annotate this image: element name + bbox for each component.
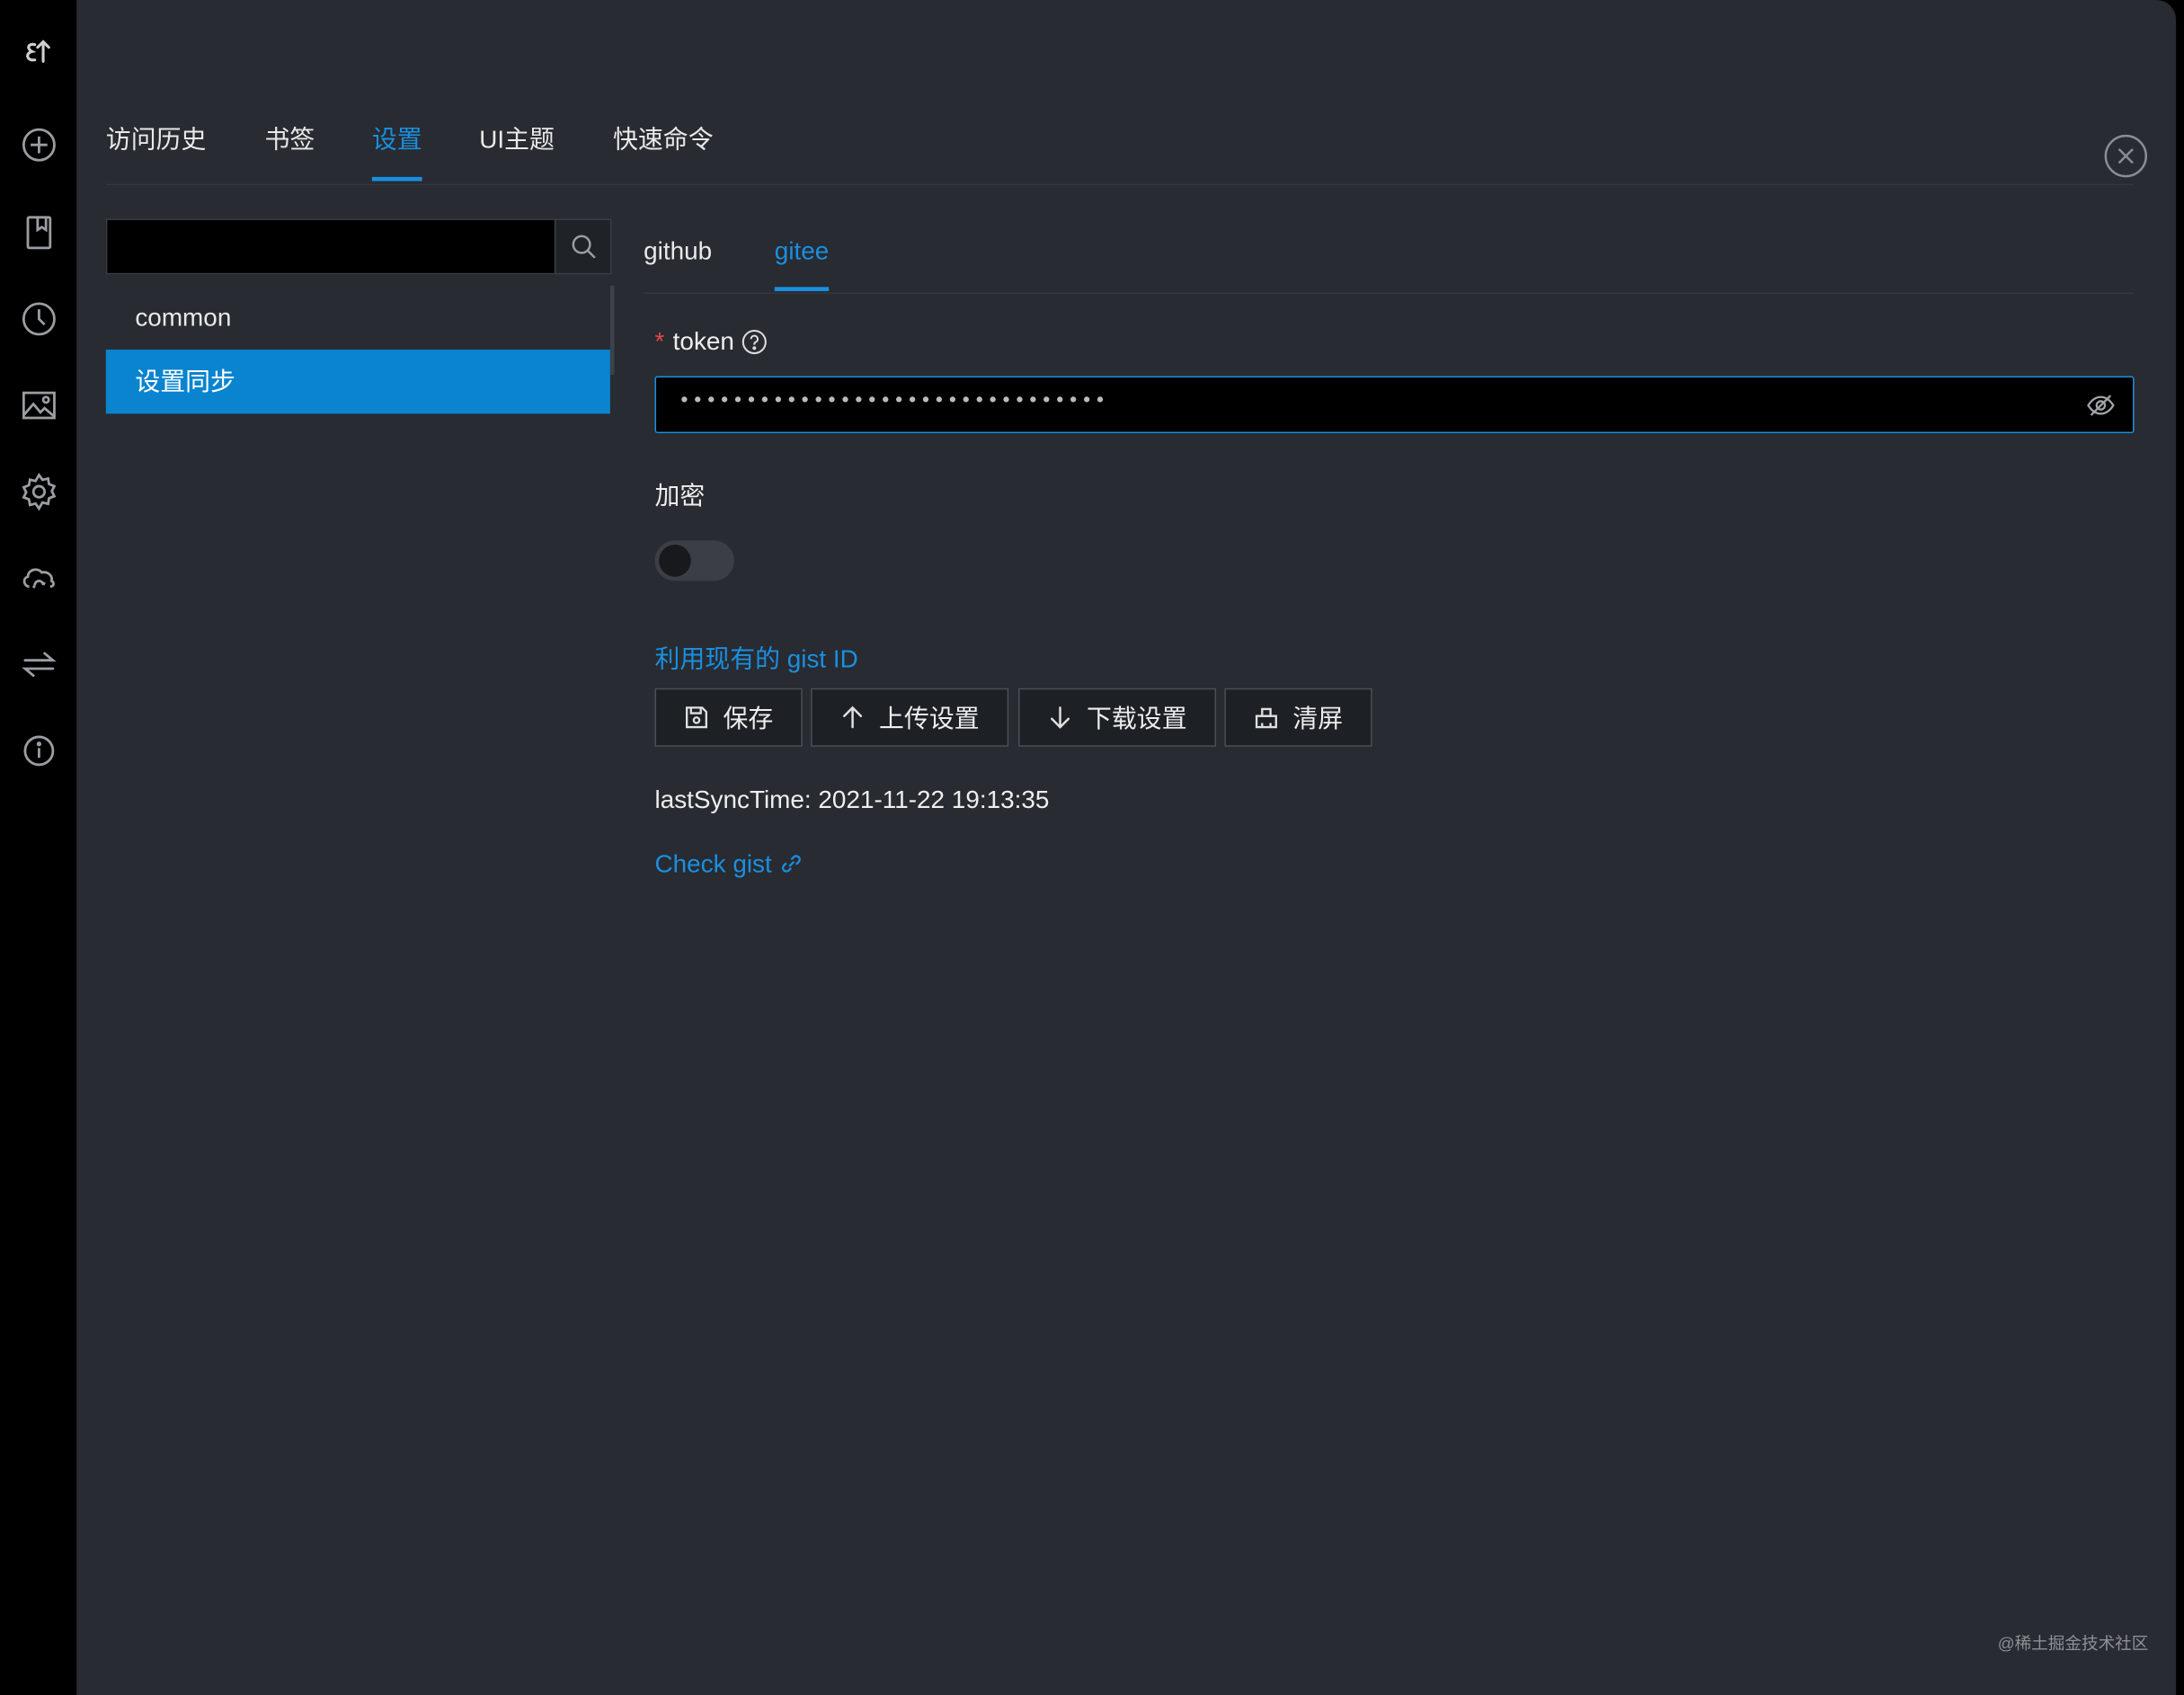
bookmark-icon[interactable] — [20, 213, 58, 252]
tab-bookmarks[interactable]: 书签 — [265, 117, 315, 181]
activity-bar — [0, 0, 77, 1695]
tab-settings[interactable]: 设置 — [371, 117, 422, 182]
toggle-knob — [659, 545, 691, 577]
save-icon — [685, 706, 708, 729]
watermark: @稀土掘金技术社区 — [1997, 1634, 2149, 1654]
required-mark: * — [654, 327, 665, 356]
token-label: * token — [655, 324, 768, 358]
search-input[interactable] — [105, 218, 555, 275]
encrypt-label: 加密 — [654, 482, 706, 510]
token-input-value: •••••••••••••••••••••••••••••••• — [678, 390, 1108, 413]
link-icon — [782, 855, 801, 873]
clear-button-label: 清屏 — [1292, 705, 1344, 733]
search-box — [105, 218, 613, 277]
sidebar-scrollbar[interactable] — [609, 285, 615, 375]
sync-provider-tabs: github gitee — [644, 223, 2135, 295]
token-input[interactable]: •••••••••••••••••••••••••••••••• — [654, 376, 2135, 434]
upload-settings-button[interactable]: 上传设置 — [811, 688, 1009, 747]
help-icon[interactable] — [741, 328, 768, 354]
sidebar-item-common[interactable]: common — [106, 286, 610, 350]
upload-button-label: 上传设置 — [879, 705, 980, 733]
clear-icon — [1255, 707, 1277, 729]
tab-ui-theme[interactable]: UI主题 — [479, 117, 555, 181]
search-icon — [571, 235, 595, 259]
encrypt-toggle[interactable] — [654, 540, 734, 581]
settings-category-list: common 设置同步 — [105, 286, 610, 414]
tab-history[interactable]: 访问历史 — [106, 117, 207, 181]
app-window: 访问历史 书签 设置 UI主题 快速命令 common 设置同步 github … — [0, 0, 2177, 1695]
download-settings-button[interactable]: 下载设置 — [1018, 688, 1217, 747]
clear-screen-button[interactable]: 清屏 — [1224, 688, 1372, 747]
eye-hidden-icon[interactable] — [2085, 390, 2116, 421]
tab-quick-commands[interactable]: 快速命令 — [613, 117, 714, 181]
cloud-sync-icon[interactable] — [20, 559, 58, 598]
last-sync-time: lastSyncTime: 2021-11-22 19:13:35 — [654, 785, 1050, 814]
gear-icon[interactable] — [20, 472, 58, 511]
logo-icon — [20, 33, 58, 72]
save-button[interactable]: 保存 — [654, 688, 803, 747]
close-button[interactable] — [2104, 134, 2149, 179]
image-icon[interactable] — [20, 386, 58, 424]
arrow-down-icon — [1051, 706, 1070, 729]
check-gist-label: Check gist — [654, 849, 772, 878]
info-icon[interactable] — [20, 732, 58, 770]
tab-gitee[interactable]: gitee — [774, 223, 830, 291]
arrow-up-icon — [843, 706, 863, 729]
save-button-label: 保存 — [723, 705, 774, 733]
clock-icon[interactable] — [20, 299, 58, 338]
main-tab-bar: 访问历史 书签 设置 UI主题 快速命令 — [105, 117, 2135, 186]
use-existing-gist-link[interactable]: 利用现有的 gist ID — [655, 643, 858, 676]
search-button[interactable] — [554, 218, 612, 275]
sidebar-item-sync[interactable]: 设置同步 — [105, 350, 610, 414]
download-button-label: 下载设置 — [1087, 705, 1187, 733]
transfer-icon[interactable] — [20, 645, 58, 684]
close-icon — [2104, 134, 2148, 178]
token-label-text: token — [672, 327, 734, 356]
add-circle-icon[interactable] — [20, 126, 58, 164]
check-gist-link[interactable]: Check gist — [655, 847, 803, 880]
tab-github[interactable]: github — [644, 223, 712, 291]
